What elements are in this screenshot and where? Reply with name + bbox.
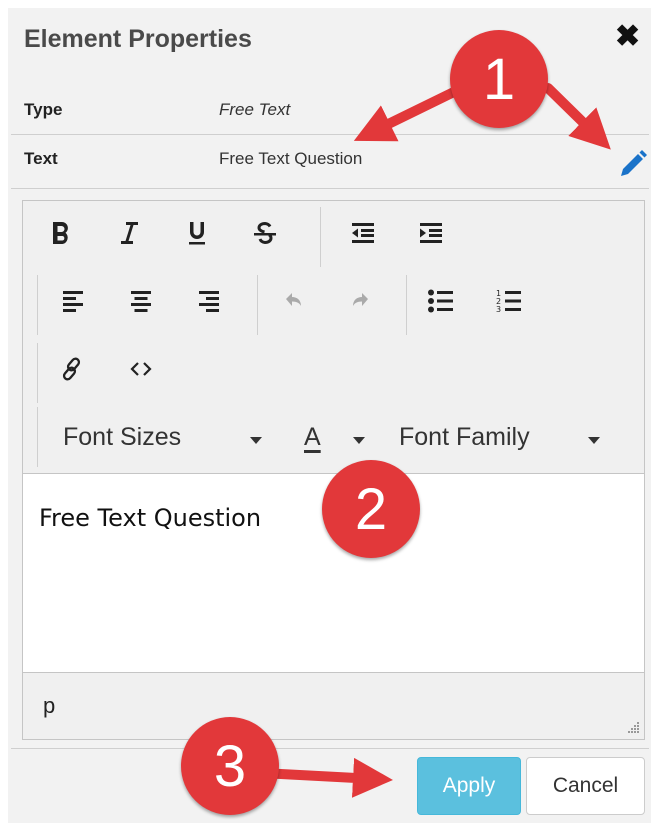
svg-text:3: 3: [496, 305, 501, 314]
align-left-icon[interactable]: [53, 281, 93, 321]
align-center-icon[interactable]: [121, 281, 161, 321]
callout-badge-3: 3: [181, 717, 279, 815]
pencil-icon[interactable]: [617, 148, 649, 180]
toolbar-row-4: Font Sizes A Font Family: [23, 407, 644, 469]
cancel-button[interactable]: Cancel: [526, 757, 645, 815]
row-divider: [11, 188, 649, 189]
status-path: p: [43, 693, 56, 718]
panel-title: Element Properties: [24, 25, 252, 53]
type-label: Type: [24, 100, 63, 119]
outdent-icon[interactable]: [343, 213, 383, 253]
toolbar-row-2: 123: [23, 275, 644, 339]
footer-divider: [11, 748, 649, 749]
toolbar-separator: [37, 275, 38, 335]
resize-grip-icon[interactable]: [628, 721, 640, 739]
callout-badge-1: 1: [450, 30, 548, 128]
element-properties-panel: Element Properties ✖ Type Free Text Text…: [8, 8, 651, 823]
close-icon[interactable]: ✖: [615, 22, 640, 52]
text-label: Text: [24, 149, 58, 168]
toolbar-separator: [406, 275, 407, 335]
toolbar-separator: [37, 407, 38, 467]
type-value: Free Text: [219, 100, 291, 119]
text-value: Free Text Question: [219, 149, 363, 168]
toolbar-separator: [257, 275, 258, 335]
editor-content-text: Free Text Question: [39, 504, 262, 532]
indent-icon[interactable]: [411, 213, 451, 253]
apply-button[interactable]: Apply: [417, 757, 521, 815]
chevron-down-icon[interactable]: [353, 437, 365, 444]
bold-icon[interactable]: [41, 213, 81, 253]
underline-icon[interactable]: [177, 213, 217, 253]
text-color-button[interactable]: A: [304, 423, 321, 452]
bullet-list-icon[interactable]: [421, 281, 461, 321]
italic-icon[interactable]: [109, 213, 149, 253]
row-divider: [11, 134, 649, 135]
code-icon[interactable]: [121, 349, 161, 389]
toolbar-row-3: [23, 343, 644, 407]
strikethrough-icon[interactable]: [245, 213, 285, 253]
redo-icon[interactable]: [341, 281, 381, 321]
chevron-down-icon[interactable]: [588, 437, 600, 444]
font-sizes-dropdown[interactable]: Font Sizes: [63, 423, 181, 452]
toolbar-separator: [320, 207, 321, 267]
font-family-dropdown[interactable]: Font Family: [399, 423, 530, 452]
numbered-list-icon[interactable]: 123: [489, 281, 529, 321]
rich-text-editor: 123 Font Sizes A Font Family Free Text Q…: [22, 200, 645, 740]
chevron-down-icon[interactable]: [250, 437, 262, 444]
toolbar-row-1: [23, 207, 644, 273]
callout-badge-2: 2: [322, 460, 420, 558]
align-right-icon[interactable]: [189, 281, 229, 321]
undo-icon[interactable]: [273, 281, 313, 321]
toolbar-separator: [37, 343, 38, 403]
link-icon[interactable]: [53, 349, 93, 389]
